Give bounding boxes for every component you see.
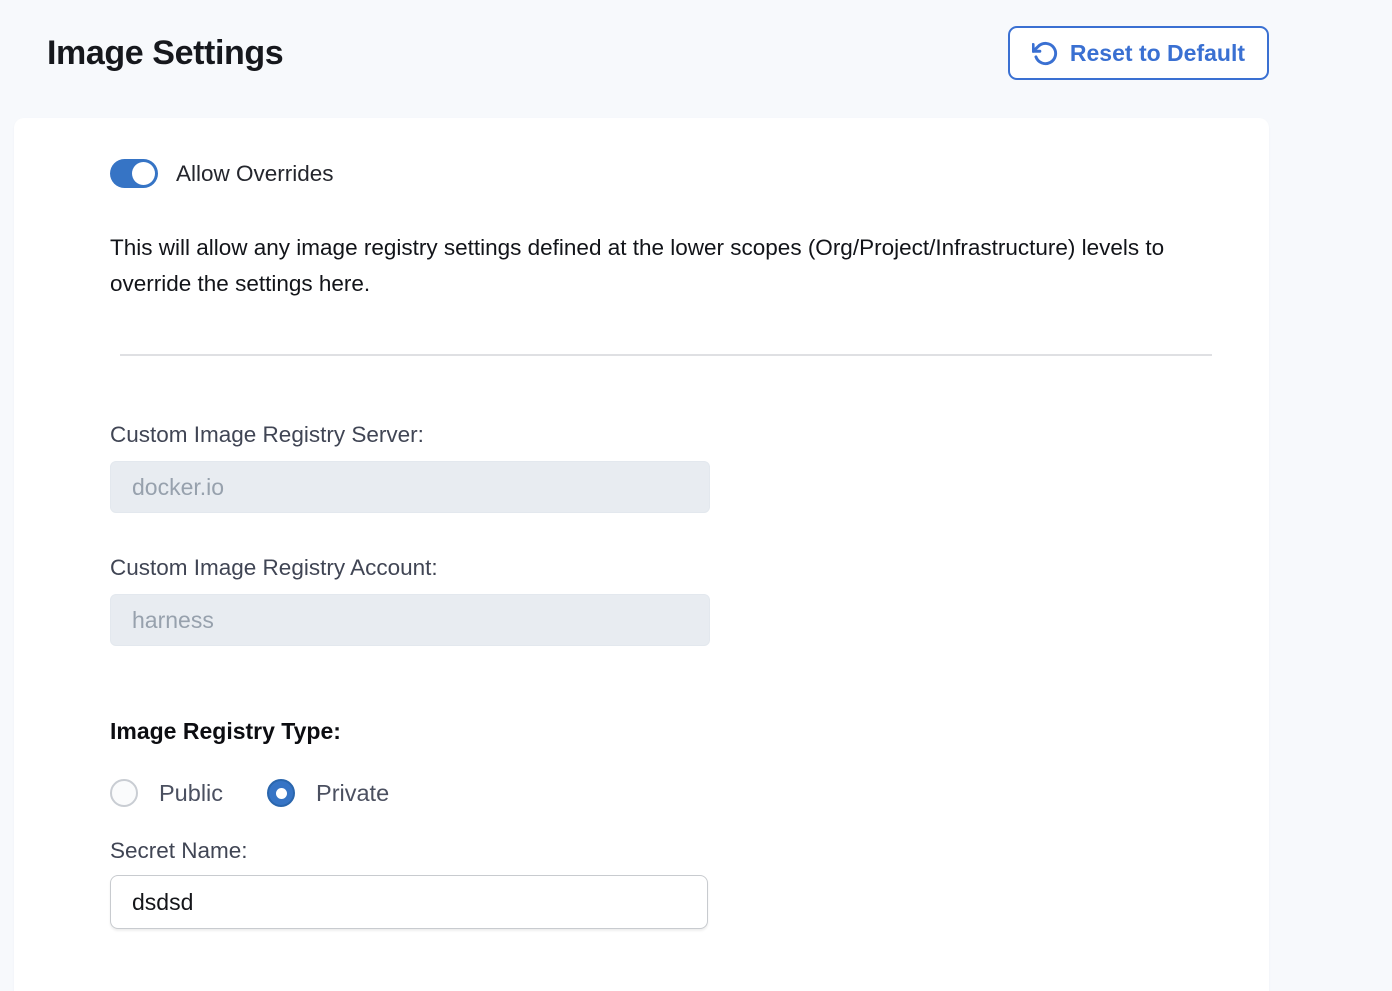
- toggle-knob: [132, 162, 155, 185]
- registry-server-input[interactable]: [110, 461, 710, 513]
- registry-account-field: Custom Image Registry Account:: [110, 555, 1229, 646]
- allow-overrides-row: Allow Overrides: [110, 159, 1229, 188]
- secret-name-input[interactable]: [110, 875, 708, 929]
- radio-circle-public: [110, 779, 138, 807]
- page-title: Image Settings: [47, 31, 283, 75]
- image-settings-card: Allow Overrides This will allow any imag…: [14, 118, 1269, 991]
- registry-type-radio-group: Public Private: [110, 779, 1229, 807]
- header: Image Settings Reset to Default: [0, 0, 1392, 80]
- secret-name-field: Secret Name:: [110, 838, 1229, 929]
- registry-server-field: Custom Image Registry Server:: [110, 422, 1229, 513]
- radio-label-private: Private: [316, 780, 389, 807]
- reset-button-label: Reset to Default: [1070, 40, 1245, 67]
- radio-label-public: Public: [159, 780, 223, 807]
- radio-option-public[interactable]: Public: [110, 779, 223, 807]
- section-divider: [120, 354, 1212, 356]
- override-description: This will allow any image registry setti…: [110, 230, 1225, 302]
- secret-name-label: Secret Name:: [110, 838, 1229, 864]
- registry-type-label: Image Registry Type:: [110, 718, 1229, 745]
- radio-circle-private: [267, 779, 295, 807]
- registry-account-input[interactable]: [110, 594, 710, 646]
- allow-overrides-toggle[interactable]: [110, 159, 158, 188]
- radio-option-private[interactable]: Private: [267, 779, 389, 807]
- allow-overrides-label: Allow Overrides: [176, 161, 334, 187]
- registry-account-label: Custom Image Registry Account:: [110, 555, 1229, 581]
- reset-ccw-icon: [1032, 40, 1059, 67]
- reset-to-default-button[interactable]: Reset to Default: [1008, 26, 1269, 80]
- registry-server-label: Custom Image Registry Server:: [110, 422, 1229, 448]
